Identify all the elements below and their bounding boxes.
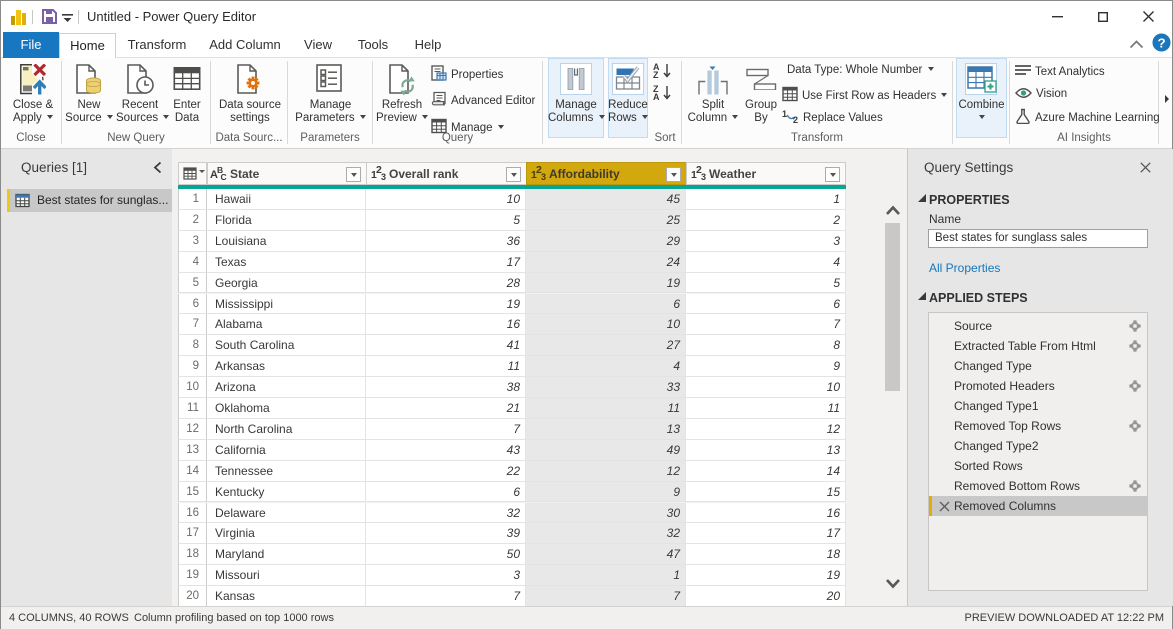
svg-text:1: 1 — [782, 109, 787, 119]
svg-text:?: ? — [1157, 35, 1165, 50]
svg-text:2: 2 — [793, 115, 798, 124]
